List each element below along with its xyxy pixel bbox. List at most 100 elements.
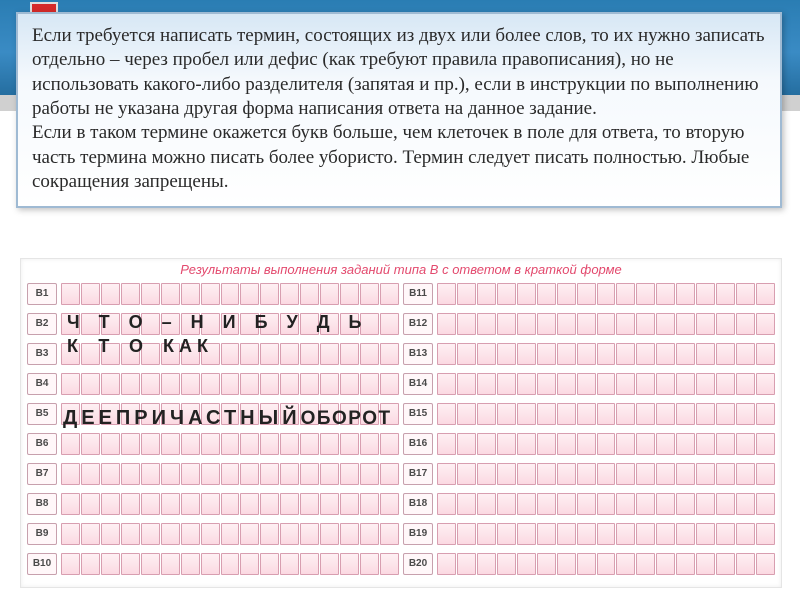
answer-cell[interactable] (61, 553, 80, 575)
answer-cell[interactable] (320, 463, 339, 485)
answer-cell[interactable] (380, 403, 399, 425)
answer-cell[interactable] (517, 373, 536, 395)
answer-cell[interactable] (597, 403, 616, 425)
answer-cell[interactable] (557, 373, 576, 395)
answer-cell[interactable] (497, 313, 516, 335)
answer-cell[interactable] (81, 343, 100, 365)
answer-cell[interactable] (676, 523, 695, 545)
answer-cell[interactable] (437, 493, 456, 515)
answer-cell[interactable] (340, 553, 359, 575)
answer-cell[interactable] (201, 343, 220, 365)
answer-cell[interactable] (320, 493, 339, 515)
answer-cell[interactable] (320, 283, 339, 305)
answer-cell[interactable] (221, 343, 240, 365)
answer-cell[interactable] (696, 283, 715, 305)
answer-cell[interactable] (300, 523, 319, 545)
answer-cell[interactable] (437, 343, 456, 365)
answer-cell[interactable] (696, 493, 715, 515)
answer-cell[interactable] (101, 523, 120, 545)
answer-cell[interactable] (81, 493, 100, 515)
answer-cell[interactable] (61, 433, 80, 455)
answer-cell[interactable] (280, 373, 299, 395)
answer-cell[interactable] (360, 403, 379, 425)
answer-cell[interactable] (537, 433, 556, 455)
answer-cell[interactable] (656, 343, 675, 365)
answer-cell[interactable] (597, 433, 616, 455)
answer-cell[interactable] (477, 343, 496, 365)
answer-cell[interactable] (676, 343, 695, 365)
answer-cell[interactable] (616, 343, 635, 365)
answer-cell[interactable] (240, 283, 259, 305)
answer-cell[interactable] (497, 373, 516, 395)
answer-cell[interactable] (616, 373, 635, 395)
answer-cell[interactable] (437, 373, 456, 395)
answer-cell[interactable] (280, 313, 299, 335)
answer-cell[interactable] (497, 463, 516, 485)
answer-cell[interactable] (121, 433, 140, 455)
answer-cell[interactable] (280, 463, 299, 485)
answer-cell[interactable] (141, 313, 160, 335)
answer-cell[interactable] (756, 553, 775, 575)
answer-cell[interactable] (181, 493, 200, 515)
answer-cell[interactable] (656, 433, 675, 455)
answer-cell[interactable] (497, 433, 516, 455)
answer-cell[interactable] (756, 523, 775, 545)
answer-cell[interactable] (260, 283, 279, 305)
answer-cell[interactable] (221, 433, 240, 455)
answer-cell[interactable] (736, 463, 755, 485)
answer-cell[interactable] (557, 433, 576, 455)
answer-cell[interactable] (477, 373, 496, 395)
answer-cell[interactable] (221, 553, 240, 575)
answer-cell[interactable] (537, 403, 556, 425)
answer-cell[interactable] (636, 433, 655, 455)
answer-cell[interactable] (380, 553, 399, 575)
answer-cell[interactable] (161, 343, 180, 365)
answer-cell[interactable] (181, 313, 200, 335)
answer-cell[interactable] (437, 463, 456, 485)
answer-cell[interactable] (616, 463, 635, 485)
answer-cell[interactable] (121, 463, 140, 485)
answer-cell[interactable] (756, 493, 775, 515)
answer-cell[interactable] (457, 433, 476, 455)
answer-cell[interactable] (676, 463, 695, 485)
answer-cell[interactable] (517, 343, 536, 365)
answer-cell[interactable] (736, 433, 755, 455)
answer-cell[interactable] (696, 463, 715, 485)
answer-cell[interactable] (537, 523, 556, 545)
answer-cell[interactable] (477, 553, 496, 575)
answer-cell[interactable] (696, 403, 715, 425)
answer-cell[interactable] (537, 343, 556, 365)
answer-cell[interactable] (221, 463, 240, 485)
answer-cell[interactable] (101, 493, 120, 515)
answer-cell[interactable] (121, 313, 140, 335)
answer-cell[interactable] (340, 373, 359, 395)
answer-cell[interactable] (557, 463, 576, 485)
answer-cell[interactable] (517, 433, 536, 455)
answer-cell[interactable] (380, 463, 399, 485)
answer-cell[interactable] (616, 433, 635, 455)
answer-cell[interactable] (477, 403, 496, 425)
answer-cell[interactable] (437, 523, 456, 545)
answer-cell[interactable] (577, 313, 596, 335)
answer-cell[interactable] (181, 523, 200, 545)
answer-cell[interactable] (457, 313, 476, 335)
answer-cell[interactable] (121, 493, 140, 515)
answer-cell[interactable] (121, 523, 140, 545)
answer-cell[interactable] (636, 313, 655, 335)
answer-cell[interactable] (201, 493, 220, 515)
answer-cell[interactable] (636, 283, 655, 305)
answer-cell[interactable] (320, 523, 339, 545)
answer-cell[interactable] (380, 493, 399, 515)
answer-cell[interactable] (577, 433, 596, 455)
answer-cell[interactable] (577, 463, 596, 485)
answer-cell[interactable] (161, 463, 180, 485)
answer-cell[interactable] (477, 283, 496, 305)
answer-cell[interactable] (260, 523, 279, 545)
answer-cell[interactable] (477, 493, 496, 515)
answer-cell[interactable] (360, 433, 379, 455)
answer-cell[interactable] (437, 313, 456, 335)
answer-cell[interactable] (221, 313, 240, 335)
answer-cell[interactable] (280, 553, 299, 575)
answer-cell[interactable] (101, 553, 120, 575)
answer-cell[interactable] (260, 403, 279, 425)
